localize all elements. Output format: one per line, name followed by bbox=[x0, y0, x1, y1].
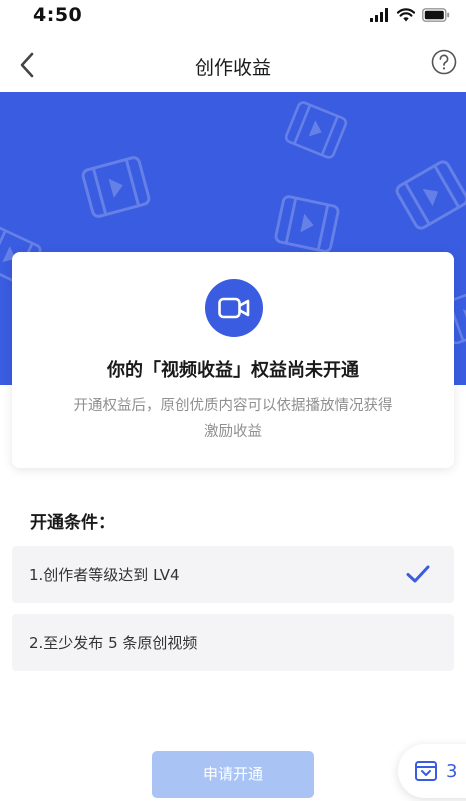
condition-item: 2.至少发布 5 条原创视频 bbox=[12, 614, 454, 671]
nav-bar: 创作收益 bbox=[0, 40, 466, 92]
card-title: 你的「视频收益」权益尚未开通 bbox=[107, 360, 359, 381]
condition-label: 2.至少发布 5 条原创视频 bbox=[29, 634, 198, 652]
condition-item: 1.创作者等级达到 LV4 bbox=[12, 546, 454, 603]
video-badge bbox=[205, 279, 263, 337]
status-icons bbox=[370, 6, 450, 24]
film-icon bbox=[81, 156, 151, 218]
film-icon bbox=[274, 195, 340, 253]
apply-button[interactable]: 申请开通 bbox=[152, 751, 314, 798]
signal-icon bbox=[370, 8, 388, 22]
question-circle-icon bbox=[431, 49, 457, 75]
conditions-heading: 开通条件： bbox=[30, 513, 115, 533]
inbox-icon bbox=[415, 761, 437, 781]
battery-icon bbox=[422, 8, 450, 22]
card-description-line-2: 激励收益 bbox=[204, 424, 262, 440]
card-description: 开通权益后，原创优质内容可以依据播放情况获得 激励收益 bbox=[42, 393, 424, 445]
floating-inbox-button[interactable]: 3 bbox=[398, 744, 466, 798]
status-bar: 4:50 bbox=[0, 0, 466, 34]
inbox-count: 3 bbox=[446, 760, 458, 782]
page-title: 创作收益 bbox=[194, 57, 271, 79]
status-time: 4:50 bbox=[33, 4, 83, 26]
card-description-line-1: 开通权益后，原创优质内容可以依据播放情况获得 bbox=[73, 398, 393, 414]
help-button[interactable] bbox=[430, 48, 458, 76]
wifi-icon bbox=[397, 8, 415, 22]
check-icon bbox=[406, 565, 430, 583]
info-card: 你的「视频收益」权益尚未开通 开通权益后，原创优质内容可以依据播放情况获得 激励… bbox=[12, 252, 454, 468]
film-icon bbox=[395, 160, 466, 230]
video-camera-icon bbox=[218, 297, 250, 319]
condition-label: 1.创作者等级达到 LV4 bbox=[29, 566, 180, 584]
film-icon bbox=[284, 101, 348, 159]
